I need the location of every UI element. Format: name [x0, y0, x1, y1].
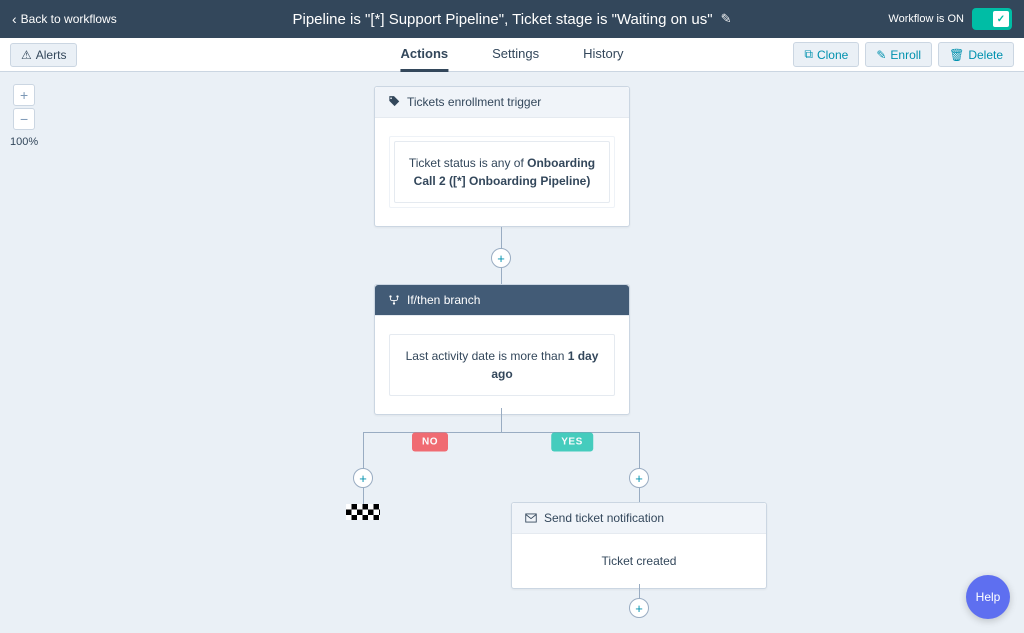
- tab-settings[interactable]: Settings: [492, 38, 539, 72]
- warning-icon: ⚠: [21, 48, 32, 62]
- trash-icon: 🗑: [949, 48, 964, 62]
- send-notification-card[interactable]: Send ticket notification Ticket created: [511, 502, 767, 589]
- notification-body: Ticket created: [512, 534, 766, 588]
- add-action-yes-branch[interactable]: +: [629, 468, 649, 488]
- back-label: Back to workflows: [21, 12, 117, 26]
- connector-line: [639, 488, 640, 502]
- zoom-in-button[interactable]: +: [13, 84, 35, 106]
- trigger-card-header: Tickets enrollment trigger: [375, 87, 629, 118]
- clone-icon: ⧉: [804, 47, 813, 62]
- zoom-level: 100%: [10, 136, 38, 148]
- clone-label: Clone: [817, 48, 848, 62]
- notification-header: Send ticket notification: [512, 503, 766, 534]
- alerts-label: Alerts: [36, 48, 67, 62]
- enroll-label: Enroll: [890, 48, 921, 62]
- trigger-criterion: Ticket status is any of Onboarding Call …: [394, 141, 610, 203]
- enroll-button[interactable]: ✎ Enroll: [865, 42, 932, 67]
- branch-prefix: Last activity date: [406, 349, 495, 363]
- branch-label-yes: YES: [551, 433, 593, 452]
- help-label: Help: [976, 590, 1001, 604]
- tag-icon: [387, 95, 401, 109]
- connector-line: [363, 488, 364, 504]
- connector-line: [363, 432, 364, 470]
- add-action-no-branch[interactable]: +: [353, 468, 373, 488]
- clone-button[interactable]: ⧉ Clone: [793, 42, 859, 67]
- zoom-controls: + − 100%: [10, 84, 38, 148]
- tab-actions[interactable]: Actions: [400, 38, 448, 72]
- nav-tabs: Actions Settings History: [400, 38, 623, 72]
- branch-icon: [387, 293, 401, 307]
- delete-label: Delete: [968, 48, 1003, 62]
- branch-header-label: If/then branch: [407, 293, 480, 307]
- top-bar: ‹ Back to workflows Pipeline is "[*] Sup…: [0, 0, 1024, 38]
- workflow-canvas[interactable]: + − 100% Tickets enrollment trigger Tick…: [0, 72, 1024, 633]
- trigger-prefix: Ticket status: [409, 156, 476, 170]
- envelope-icon: [524, 511, 538, 525]
- back-to-workflows-link[interactable]: ‹ Back to workflows: [12, 11, 117, 27]
- connector-line: [363, 432, 639, 433]
- branch-criterion: Last activity date is more than 1 day ag…: [389, 334, 615, 396]
- branch-card-header: If/then branch: [375, 285, 629, 316]
- branch-label-no: NO: [412, 433, 448, 452]
- delete-button[interactable]: 🗑 Delete: [938, 42, 1014, 67]
- connector-line: [501, 268, 502, 284]
- right-actions: ⧉ Clone ✎ Enroll 🗑 Delete: [793, 42, 1014, 67]
- branch-card-body: Last activity date is more than 1 day ag…: [375, 316, 629, 414]
- workflow-title-wrap: Pipeline is "[*] Support Pipeline", Tick…: [292, 11, 731, 28]
- help-button[interactable]: Help: [966, 575, 1010, 619]
- add-action-after-notification[interactable]: +: [629, 598, 649, 618]
- notification-header-label: Send ticket notification: [544, 511, 664, 525]
- workflow-on-toggle[interactable]: ✓: [972, 8, 1012, 30]
- enroll-icon: ✎: [876, 48, 886, 62]
- trigger-header-label: Tickets enrollment trigger: [407, 95, 541, 109]
- add-action-node-1[interactable]: +: [491, 248, 511, 268]
- branch-mid: is more than: [495, 349, 568, 363]
- edit-title-icon[interactable]: ✎: [721, 11, 732, 27]
- trigger-card-body: Ticket status is any of Onboarding Call …: [375, 118, 629, 226]
- workflow-status-label: Workflow is ON: [888, 13, 964, 25]
- zoom-out-button[interactable]: −: [13, 108, 35, 130]
- connector-line: [501, 408, 502, 432]
- workflow-title: Pipeline is "[*] Support Pipeline", Tick…: [292, 11, 712, 28]
- finish-flag-icon: [346, 504, 380, 520]
- workflow-status: Workflow is ON ✓: [888, 8, 1012, 30]
- alerts-button[interactable]: ⚠ Alerts: [10, 43, 77, 67]
- if-then-branch-card[interactable]: If/then branch Last activity date is mor…: [374, 284, 630, 415]
- chevron-left-icon: ‹: [12, 11, 17, 27]
- tab-history[interactable]: History: [583, 38, 623, 72]
- trigger-mid: is any of: [476, 156, 527, 170]
- toggle-knob: ✓: [993, 11, 1009, 27]
- connector-line: [639, 432, 640, 470]
- enrollment-trigger-card[interactable]: Tickets enrollment trigger Ticket status…: [374, 86, 630, 227]
- subnav: ⚠ Alerts Actions Settings History ⧉ Clon…: [0, 38, 1024, 72]
